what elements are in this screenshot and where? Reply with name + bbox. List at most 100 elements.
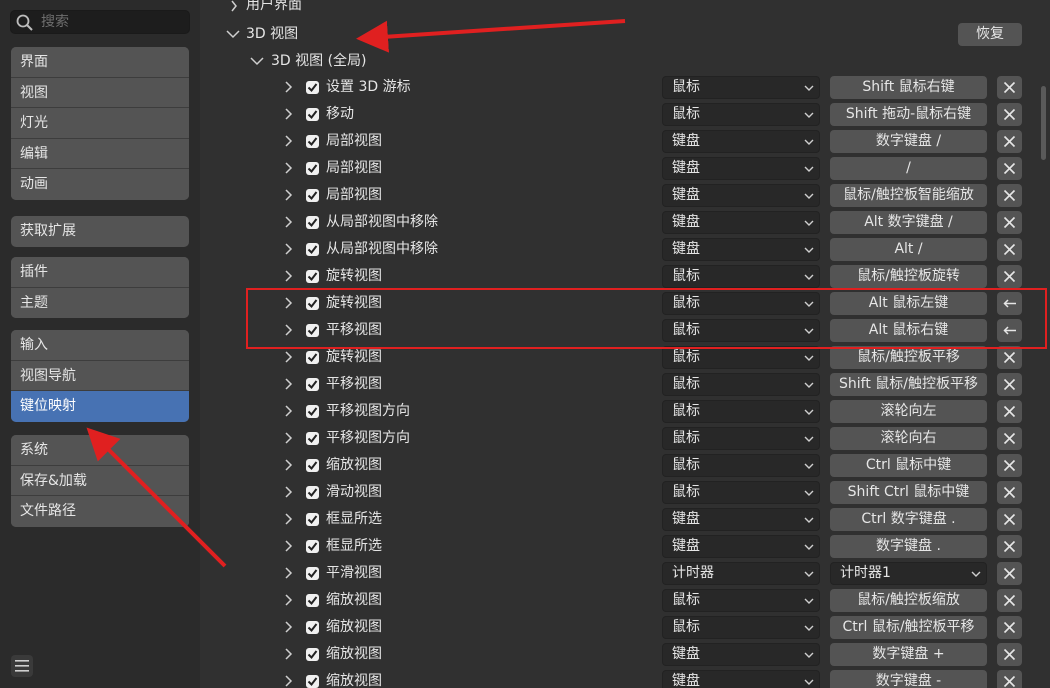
remove-item-button[interactable] <box>997 400 1022 423</box>
keymap-item-name[interactable]: 旋转视图 <box>326 263 382 290</box>
enabled-checkbox[interactable] <box>306 378 319 391</box>
enabled-checkbox[interactable] <box>306 270 319 283</box>
event-type-dropdown[interactable]: 计时器 <box>662 562 820 585</box>
expand-chevron-icon[interactable] <box>283 350 293 364</box>
keymap-item-name[interactable]: 平移视图 <box>326 371 382 398</box>
enabled-checkbox[interactable] <box>306 405 319 418</box>
enabled-checkbox[interactable] <box>306 567 319 580</box>
enabled-checkbox[interactable] <box>306 189 319 202</box>
remove-item-button[interactable] <box>997 508 1022 531</box>
remove-item-button[interactable] <box>997 670 1022 688</box>
event-type-dropdown[interactable]: 鼠标 <box>662 454 820 477</box>
sidebar-item[interactable]: 获取扩展 <box>11 216 189 247</box>
sidebar-item[interactable]: 界面 <box>11 47 189 78</box>
remove-item-button[interactable] <box>997 211 1022 234</box>
keymap-item-name[interactable]: 框显所选 <box>326 533 382 560</box>
sidebar-item[interactable]: 主题 <box>11 287 189 318</box>
remove-item-button[interactable] <box>997 265 1022 288</box>
keymap-item-name[interactable]: 从局部视图中移除 <box>326 209 438 236</box>
enabled-checkbox[interactable] <box>306 81 319 94</box>
keymap-item-name[interactable]: 局部视图 <box>326 155 382 182</box>
subsection-header-3d-view-global[interactable]: 3D 视图 (全局) <box>271 50 367 72</box>
sidebar-item[interactable]: 灯光 <box>11 108 189 139</box>
enabled-checkbox[interactable] <box>306 432 319 445</box>
remove-item-button[interactable] <box>997 616 1022 639</box>
restore-button[interactable]: 恢复 <box>958 23 1022 46</box>
sidebar-item[interactable]: 输入 <box>11 330 189 361</box>
sidebar-item[interactable]: 视图导航 <box>11 360 189 391</box>
key-binding-button[interactable]: 数字键盘 + <box>830 643 987 666</box>
event-type-dropdown[interactable]: 鼠标 <box>662 400 820 423</box>
keymap-item-name[interactable]: 缩放视图 <box>326 668 382 688</box>
event-type-dropdown[interactable]: 鼠标 <box>662 589 820 612</box>
remove-item-button[interactable] <box>997 535 1022 558</box>
remove-item-button[interactable] <box>997 76 1022 99</box>
key-binding-button[interactable]: 滚轮向右 <box>830 427 987 450</box>
expand-chevron-icon[interactable] <box>283 458 293 472</box>
key-dropdown[interactable]: 计时器1 <box>830 562 987 585</box>
restore-item-button[interactable] <box>997 292 1022 315</box>
key-binding-button[interactable]: 鼠标/触控板平移 <box>830 346 987 369</box>
event-type-dropdown[interactable]: 鼠标 <box>662 292 820 315</box>
enabled-checkbox[interactable] <box>306 594 319 607</box>
enabled-checkbox[interactable] <box>306 621 319 634</box>
sidebar-item[interactable]: 动画 <box>11 169 189 200</box>
enabled-checkbox[interactable] <box>306 216 319 229</box>
event-type-dropdown[interactable]: 键盘 <box>662 211 820 234</box>
event-type-dropdown[interactable]: 键盘 <box>662 184 820 207</box>
event-type-dropdown[interactable]: 键盘 <box>662 508 820 531</box>
key-binding-button[interactable]: Ctrl 鼠标中键 <box>830 454 987 477</box>
chevron-down-icon[interactable] <box>250 55 264 67</box>
expand-chevron-icon[interactable] <box>283 107 293 121</box>
section-header-3d-view[interactable]: 3D 视图 <box>246 23 298 45</box>
event-type-dropdown[interactable]: 键盘 <box>662 238 820 261</box>
keymap-item-name[interactable]: 滑动视图 <box>326 479 382 506</box>
expand-chevron-icon[interactable] <box>283 269 293 283</box>
expand-chevron-icon[interactable] <box>283 188 293 202</box>
expand-chevron-icon[interactable] <box>283 323 293 337</box>
keymap-item-name[interactable]: 从局部视图中移除 <box>326 236 438 263</box>
remove-item-button[interactable] <box>997 427 1022 450</box>
keymap-item-name[interactable]: 缩放视图 <box>326 614 382 641</box>
key-binding-button[interactable]: Alt 鼠标右键 <box>830 319 987 342</box>
expand-chevron-icon[interactable] <box>283 431 293 445</box>
enabled-checkbox[interactable] <box>306 540 319 553</box>
keymap-item-name[interactable]: 平移视图 <box>326 317 382 344</box>
remove-item-button[interactable] <box>997 130 1022 153</box>
event-type-dropdown[interactable]: 鼠标 <box>662 76 820 99</box>
remove-item-button[interactable] <box>997 643 1022 666</box>
expand-chevron-icon[interactable] <box>283 674 293 688</box>
key-binding-button[interactable]: Shift 鼠标右键 <box>830 76 987 99</box>
expand-chevron-icon[interactable] <box>283 647 293 661</box>
remove-item-button[interactable] <box>997 103 1022 126</box>
event-type-dropdown[interactable]: 鼠标 <box>662 373 820 396</box>
event-type-dropdown[interactable]: 鼠标 <box>662 103 820 126</box>
search-box[interactable] <box>10 10 190 34</box>
key-binding-button[interactable]: Ctrl 鼠标/触控板平移 <box>830 616 987 639</box>
keymap-item-name[interactable]: 设置 3D 游标 <box>326 74 411 101</box>
enabled-checkbox[interactable] <box>306 648 319 661</box>
event-type-dropdown[interactable]: 键盘 <box>662 670 820 688</box>
enabled-checkbox[interactable] <box>306 162 319 175</box>
key-binding-button[interactable]: Alt 鼠标左键 <box>830 292 987 315</box>
sidebar-item[interactable]: 插件 <box>11 257 189 288</box>
sidebar-item[interactable]: 键位映射 <box>11 391 189 422</box>
event-type-dropdown[interactable]: 键盘 <box>662 157 820 180</box>
keymap-item-name[interactable]: 平滑视图 <box>326 560 382 587</box>
event-type-dropdown[interactable]: 鼠标 <box>662 346 820 369</box>
key-binding-button[interactable]: Alt / <box>830 238 987 261</box>
key-binding-button[interactable]: 鼠标/触控板旋转 <box>830 265 987 288</box>
keymap-item-name[interactable]: 旋转视图 <box>326 344 382 371</box>
event-type-dropdown[interactable]: 鼠标 <box>662 481 820 504</box>
keymap-item-name[interactable]: 局部视图 <box>326 182 382 209</box>
expand-chevron-icon[interactable] <box>283 404 293 418</box>
keymap-item-name[interactable]: 局部视图 <box>326 128 382 155</box>
event-type-dropdown[interactable]: 鼠标 <box>662 319 820 342</box>
remove-item-button[interactable] <box>997 346 1022 369</box>
event-type-dropdown[interactable]: 鼠标 <box>662 265 820 288</box>
key-binding-button[interactable]: / <box>830 157 987 180</box>
remove-item-button[interactable] <box>997 454 1022 477</box>
key-binding-button[interactable]: Shift Ctrl 鼠标中键 <box>830 481 987 504</box>
key-binding-button[interactable]: Shift 鼠标/触控板平移 <box>830 373 987 396</box>
enabled-checkbox[interactable] <box>306 486 319 499</box>
